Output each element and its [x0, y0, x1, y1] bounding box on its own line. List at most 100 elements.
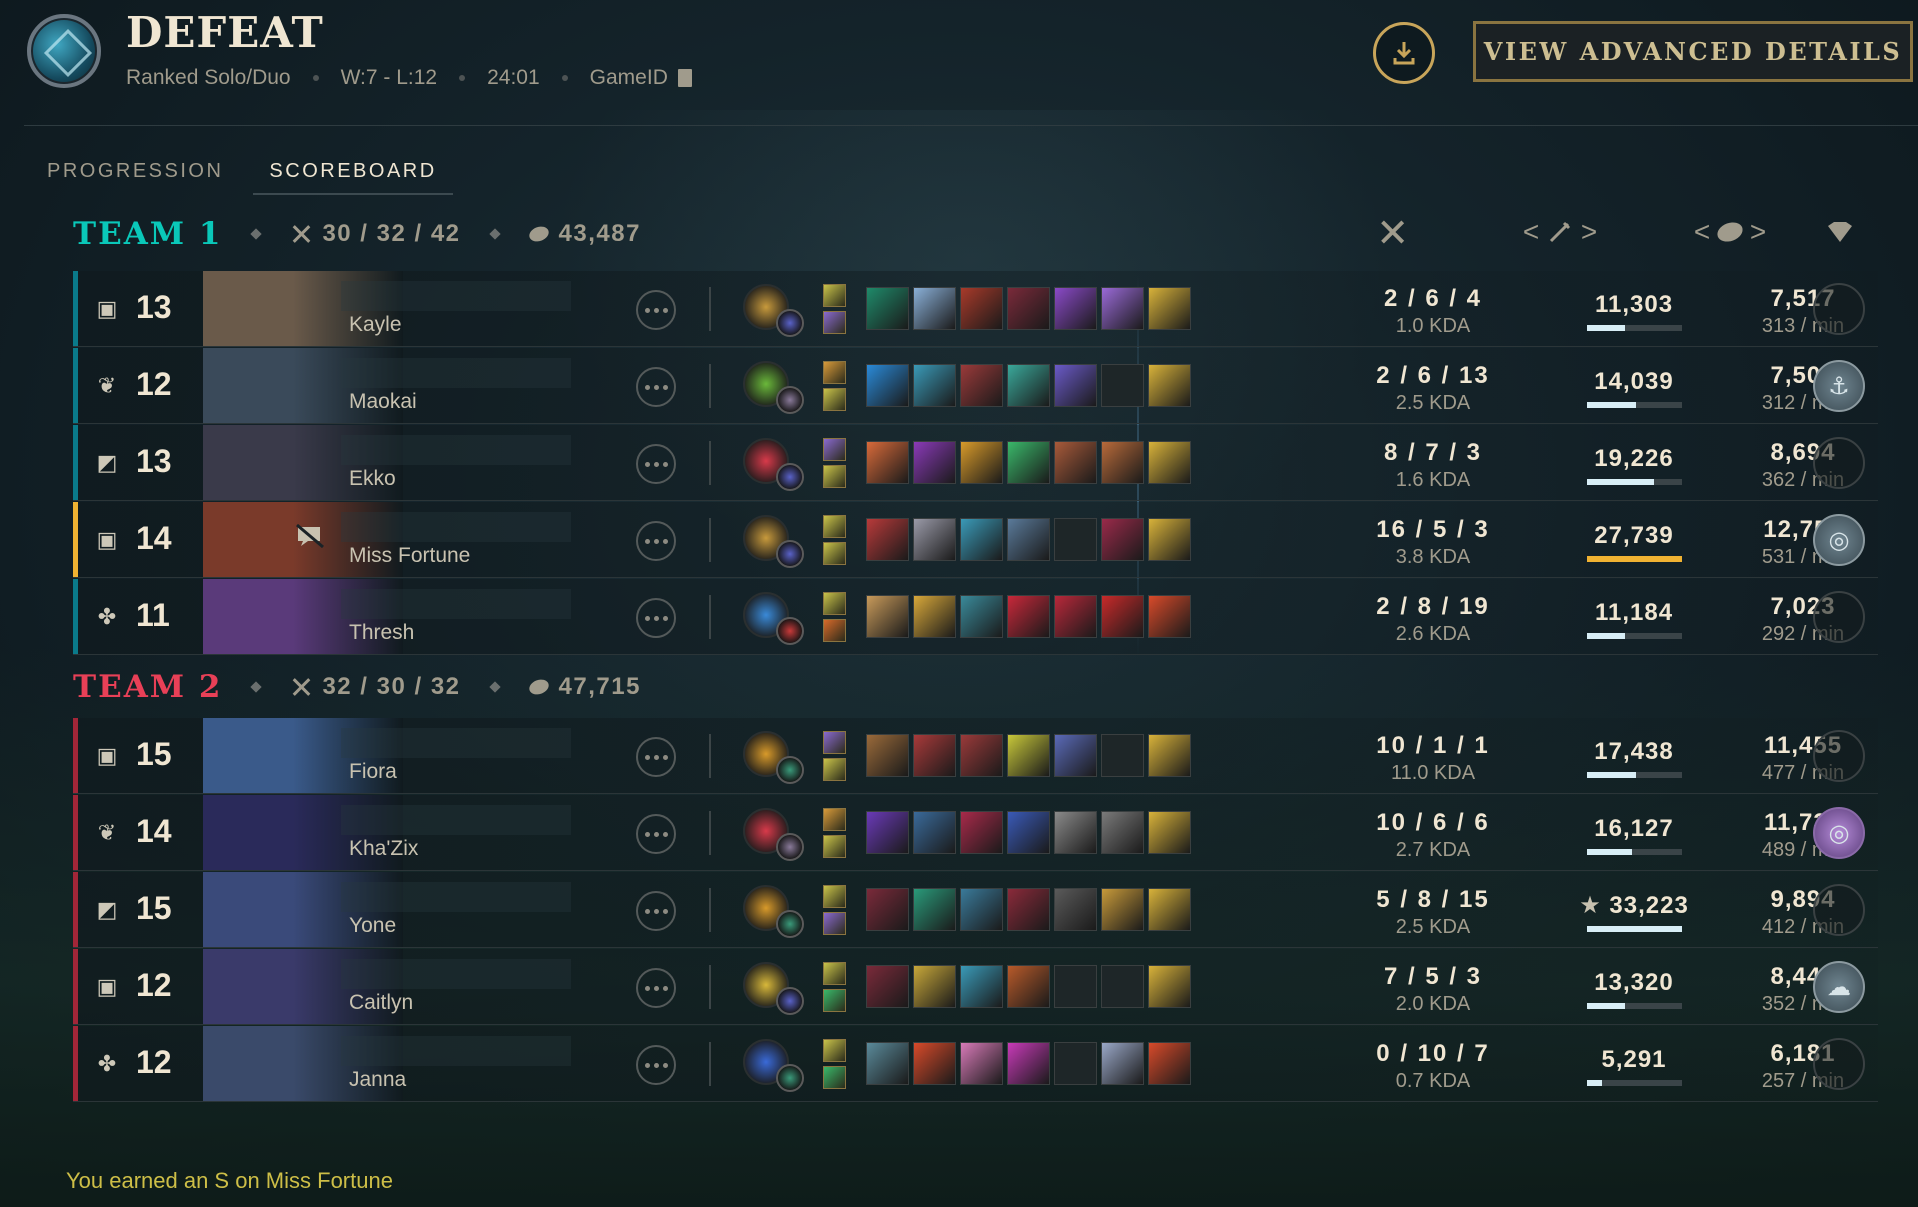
more-options-button[interactable] — [636, 1045, 676, 1085]
more-options-button[interactable] — [636, 737, 676, 777]
player-row[interactable]: ❦ 12 Maokai 2 / 6 / 13 2.5 KDA 14,039 7,503 312… — [73, 348, 1878, 424]
damage-number: 19,226 — [1594, 444, 1674, 472]
player-row[interactable]: ▣ 14 Miss Fortune 16 / 5 / 3 3.8 KDA 27,739 12… — [73, 502, 1878, 578]
summoner-spell-icon — [823, 962, 846, 985]
item-icon — [1007, 734, 1050, 777]
view-advanced-details-button[interactable]: VIEW ADVANCED DETAILS — [1473, 21, 1913, 82]
team2-header: TEAM 2 32 / 30 / 32 47,715 — [73, 667, 641, 707]
team-color-bar — [73, 795, 78, 870]
column-separator — [709, 595, 711, 639]
player-row[interactable]: ❦ 14 Kha'Zix 10 / 6 / 6 2.7 KDA 16,127 11,739 4… — [73, 795, 1878, 871]
download-button[interactable] — [1373, 22, 1435, 84]
top-role-icon: ▣ — [96, 743, 118, 768]
item-icon — [960, 734, 1003, 777]
champion-level: 14 — [136, 813, 172, 849]
match-meta: Ranked Solo/Duo W:7 - L:12 24:01 GameID — [126, 66, 692, 90]
more-options-button[interactable] — [636, 444, 676, 484]
dot-icon — [662, 307, 668, 313]
team-color-bar — [73, 425, 78, 500]
item-icon — [1007, 364, 1050, 407]
player-row[interactable]: ◩ 13 Ekko 8 / 7 / 3 1.6 KDA 19,226 8,694 362 / … — [73, 425, 1878, 501]
item-icon — [1148, 518, 1191, 561]
chat-muted-icon[interactable] — [295, 523, 325, 549]
empty-item-slot — [1054, 965, 1097, 1008]
more-options-button[interactable] — [636, 290, 676, 330]
tab-progression[interactable]: PROGRESSION — [47, 160, 223, 195]
damage-bar-track — [1586, 555, 1682, 562]
kda-ratio: 2.0 KDA — [1395, 993, 1471, 1015]
damage-column-header[interactable]: < > — [1505, 212, 1615, 252]
chevron-right-icon[interactable]: > — [1574, 216, 1604, 248]
item-icon — [1101, 287, 1144, 330]
kda-cell: 2 / 8 / 19 2.6 KDA — [1333, 587, 1533, 646]
dot-icon — [653, 461, 659, 467]
item-icon — [913, 734, 956, 777]
player-row[interactable]: ◩ 15 Yone 5 / 8 / 15 2.5 KDA ★ 33,223 9,894 412… — [73, 872, 1878, 948]
item-icon — [960, 287, 1003, 330]
chevron-left-icon[interactable]: < — [1687, 216, 1717, 248]
player-row[interactable]: ✤ 12 Janna 0 / 10 / 7 0.7 KDA 5,291 6,181 257 /… — [73, 1026, 1878, 1102]
item-icon — [960, 965, 1003, 1008]
damage-number: 11,303 — [1594, 290, 1674, 318]
damage-cell: 14,039 — [1565, 364, 1703, 408]
kda-cell: 7 / 5 / 3 2.0 KDA — [1333, 957, 1533, 1016]
mid-role-icon: ◩ — [96, 897, 118, 922]
damage-cell: 13,320 — [1565, 965, 1703, 1009]
kda-ratio: 1.6 KDA — [1395, 469, 1471, 491]
item-icon — [866, 1042, 909, 1085]
item-icon — [1148, 364, 1191, 407]
kda-cell: 16 / 5 / 3 3.8 KDA — [1333, 510, 1533, 569]
kda-score: 5 / 8 / 15 — [1376, 886, 1490, 913]
team2-kda-value: 32 / 30 / 32 — [322, 673, 461, 700]
support-role-icon: ✤ — [97, 604, 117, 629]
more-options-button[interactable] — [636, 814, 676, 854]
dot-icon — [644, 384, 650, 390]
column-separator — [709, 811, 711, 855]
item-icon — [1054, 287, 1097, 330]
player-row[interactable]: ✤ 11 Thresh 2 / 8 / 19 2.6 KDA 11,184 7,023 292… — [73, 579, 1878, 655]
chevron-right-icon[interactable]: > — [1743, 216, 1773, 248]
bot-role-icon: ▣ — [96, 527, 118, 552]
empty-item-slot — [1054, 518, 1097, 561]
kda-cell: 10 / 6 / 6 2.7 KDA — [1333, 803, 1533, 862]
item-icon — [913, 1042, 956, 1085]
separator-dot — [459, 75, 466, 81]
gold-column-header[interactable]: < > — [1675, 212, 1785, 252]
kda-cell: 10 / 1 / 1 11.0 KDA — [1333, 726, 1533, 785]
team2-kda: 32 / 30 / 32 — [290, 673, 460, 701]
damage-cell: 11,184 — [1565, 595, 1703, 639]
damage-bar-track — [1586, 324, 1682, 331]
item-icon — [866, 888, 909, 931]
player-row[interactable]: ▣ 13 Kayle 2 / 6 / 4 1.0 KDA 11,303 7,517 313 /… — [73, 271, 1878, 347]
champion-name: Kayle — [349, 313, 402, 336]
more-options-button[interactable] — [636, 968, 676, 1008]
empty-item-slot — [1101, 734, 1144, 777]
more-options-button[interactable] — [636, 891, 676, 931]
champion-name: Caitlyn — [349, 991, 414, 1014]
item-icon — [1101, 595, 1144, 638]
player-row[interactable]: ▣ 12 Caitlyn 7 / 5 / 3 2.0 KDA 13,320 8,446 352… — [73, 949, 1878, 1025]
damage-number: 13,320 — [1594, 968, 1674, 996]
item-icon — [960, 888, 1003, 931]
item-icon — [1007, 518, 1050, 561]
tab-bar: PROGRESSION SCOREBOARD — [47, 160, 453, 195]
damage-bar-track — [1586, 1002, 1682, 1009]
team-color-bar — [73, 949, 78, 1024]
more-options-button[interactable] — [636, 521, 676, 561]
item-icon — [1054, 811, 1097, 854]
player-row[interactable]: ▣ 15 Fiora 10 / 1 / 1 11.0 KDA 17,438 11,455 47… — [73, 718, 1878, 794]
anchor-badge-icon: ⚓ — [1813, 360, 1865, 412]
chevron-left-icon[interactable]: < — [1516, 216, 1546, 248]
damage-value: 11,303 — [1565, 291, 1703, 319]
kda-column-header[interactable] — [1372, 212, 1412, 252]
team2-gold-value: 47,715 — [558, 673, 641, 700]
dot-icon — [662, 831, 668, 837]
item-icon — [1007, 441, 1050, 484]
more-options-button[interactable] — [636, 367, 676, 407]
item-icon — [1054, 888, 1097, 931]
more-options-button[interactable] — [636, 598, 676, 638]
tab-scoreboard[interactable]: SCOREBOARD — [253, 160, 453, 195]
kda-score: 2 / 6 / 13 — [1376, 362, 1490, 389]
copy-icon[interactable] — [677, 69, 692, 87]
empty-item-slot — [1101, 965, 1144, 1008]
